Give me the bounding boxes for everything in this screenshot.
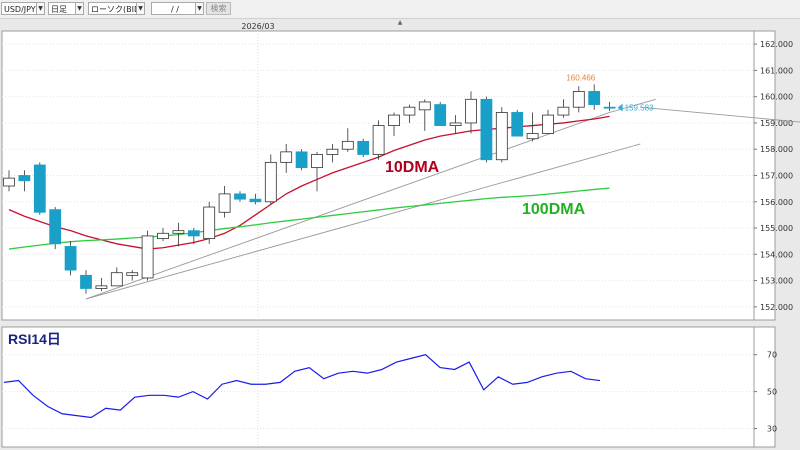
- price-tick-label: 153.000: [760, 277, 793, 286]
- candle-body: [187, 230, 200, 237]
- price-tick-label: 157.000: [760, 172, 793, 181]
- rsi-tick-label: 30: [767, 425, 777, 434]
- last-price-label: 159.583: [625, 104, 654, 113]
- candle-body: [80, 274, 92, 289]
- candle-body: [264, 161, 277, 203]
- candle-body: [3, 177, 15, 187]
- price-tick-label: 161.000: [760, 66, 793, 75]
- candle-body: [388, 114, 400, 126]
- candle-body: [234, 193, 246, 200]
- price-tick-label: 152.000: [760, 303, 793, 312]
- candle-body: [311, 154, 323, 169]
- price-tick-label: 162.000: [760, 40, 793, 49]
- candle-body: [495, 112, 508, 161]
- candle-body: [157, 232, 169, 239]
- high-price-label: 160.466: [566, 73, 595, 82]
- dma10-label: 10DMA: [385, 159, 440, 176]
- candle-body: [465, 98, 477, 124]
- candle-body: [542, 114, 554, 134]
- price-tick-label: 158.000: [760, 145, 793, 154]
- dma100-label: 100DMA: [522, 201, 586, 218]
- rsi-tick-label: 50: [767, 388, 777, 397]
- price-tick-label: 155.000: [760, 224, 793, 233]
- candle-body: [418, 101, 431, 111]
- candle-body: [172, 230, 185, 234]
- candle-body: [110, 272, 123, 287]
- candle-body: [203, 206, 216, 239]
- candle-body: [218, 193, 231, 213]
- candle-body: [403, 106, 416, 116]
- candle-body: [33, 164, 46, 213]
- price-tick-label: 154.000: [760, 250, 793, 259]
- candle-body: [141, 235, 154, 279]
- candle-body: [295, 151, 308, 169]
- candle-body: [280, 151, 293, 163]
- candle-body: [372, 125, 385, 155]
- candle-body: [526, 133, 539, 140]
- candle-body: [357, 140, 370, 155]
- candle-body: [341, 140, 354, 150]
- chart-canvas: 162.000161.000160.000159.000158.000157.0…: [1, 22, 800, 448]
- price-tick-label: 160.000: [760, 93, 793, 102]
- candle-body: [449, 122, 462, 126]
- candle-body: [326, 148, 339, 155]
- candle-body: [603, 106, 616, 109]
- date-label: 2026/03: [241, 22, 274, 31]
- candle-body: [572, 91, 585, 108]
- candle-body: [249, 198, 262, 203]
- candle-body: [588, 91, 601, 105]
- candle-body: [18, 175, 31, 182]
- candle-body: [434, 104, 447, 126]
- candle-body: [49, 209, 62, 245]
- price-tick-label: 156.000: [760, 198, 793, 207]
- candle-body: [95, 285, 108, 289]
- candle-body: [480, 98, 493, 161]
- candle-body: [126, 272, 139, 276]
- candle-body: [557, 106, 570, 116]
- rsi-title: RSI14日: [8, 331, 61, 347]
- candle-body: [64, 246, 77, 271]
- candle-body: [511, 112, 524, 137]
- rsi-tick-label: 70: [767, 351, 777, 360]
